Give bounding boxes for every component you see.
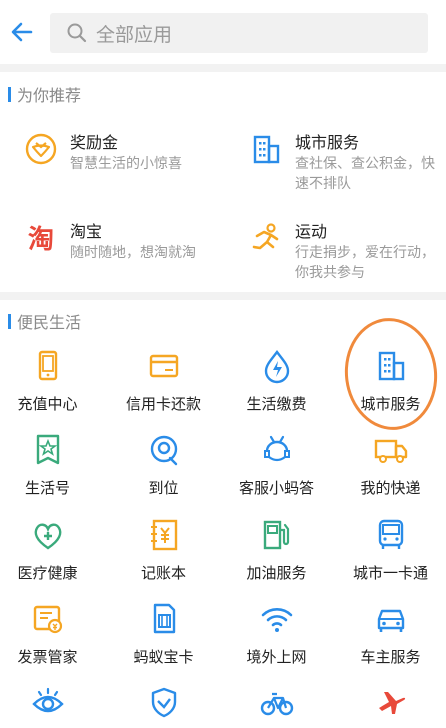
recommend-item-city-service[interactable]: 城市服务 查社保、查公积金，快速不排队 bbox=[249, 132, 446, 212]
search-input[interactable]: 全部应用 bbox=[50, 13, 428, 53]
city-building-icon bbox=[253, 135, 280, 164]
grid-label: 生活缴费 bbox=[246, 396, 307, 413]
grid-item-invoice[interactable]: 发票管家 bbox=[0, 601, 103, 681]
stethoscope-icon bbox=[34, 523, 61, 550]
credit-card-icon bbox=[149, 354, 178, 378]
grid-item-row5-2[interactable] bbox=[108, 684, 219, 728]
grid-item-car-owner[interactable]: 车主服务 bbox=[335, 601, 446, 681]
svg-text:淘: 淘 bbox=[28, 225, 54, 255]
divider bbox=[0, 292, 446, 300]
grid-label: 我的快递 bbox=[360, 480, 421, 497]
grid-label: 加油服务 bbox=[246, 565, 307, 582]
taobao-icon: 淘 bbox=[28, 225, 54, 255]
grid-label: 生活号 bbox=[24, 480, 70, 497]
grid-item-customer-service[interactable]: 客服小蚂答 bbox=[221, 432, 332, 512]
recommend-title: 奖励金 bbox=[70, 135, 119, 152]
grid-label: 城市一卡通 bbox=[352, 565, 428, 582]
grid-item-life-account[interactable]: 生活号 bbox=[0, 432, 103, 512]
eye-icon bbox=[31, 687, 64, 713]
grid-item-city-card[interactable]: 城市一卡通 bbox=[335, 517, 446, 597]
grid-item-express[interactable]: 我的快递 bbox=[335, 432, 446, 512]
invoice-icon bbox=[33, 605, 62, 634]
divider bbox=[0, 64, 446, 72]
grid-item-healthcare[interactable]: 医疗健康 bbox=[0, 517, 103, 597]
grid-item-sim-card[interactable]: 蚂蚁宝卡 bbox=[108, 601, 219, 681]
search-icon bbox=[67, 23, 87, 43]
section-title-text: 为你推荐 bbox=[17, 88, 82, 105]
recommend-item-taobao[interactable]: 淘 淘宝 随时随地，想淘就淘 bbox=[24, 221, 234, 301]
grid-item-fuel[interactable]: 加油服务 bbox=[221, 517, 332, 597]
account-book-icon bbox=[150, 519, 177, 551]
reward-icon bbox=[25, 133, 57, 165]
shield-check-icon bbox=[151, 687, 176, 718]
grid-item-row5-3[interactable] bbox=[221, 684, 332, 728]
top-bar: 全部应用 bbox=[0, 0, 446, 64]
recommend-title: 淘宝 bbox=[70, 224, 103, 241]
grid-label: 记账本 bbox=[140, 565, 186, 582]
running-icon bbox=[252, 223, 279, 250]
recommend-desc: 智慧生活的小惊喜 bbox=[70, 155, 182, 171]
recommend-title: 运动 bbox=[295, 224, 328, 241]
grid-item-recharge[interactable]: 充值中心 bbox=[0, 348, 103, 428]
section-bar bbox=[8, 86, 11, 102]
grid-item-row5-4[interactable] bbox=[335, 684, 446, 728]
grid-label: 充值中心 bbox=[17, 396, 78, 413]
sim-card-icon bbox=[153, 603, 175, 634]
grid-item-credit-card[interactable]: 信用卡还款 bbox=[108, 348, 219, 428]
recommend-desc: 随时随地，想淘就淘 bbox=[70, 244, 196, 260]
recommend-item-sport[interactable]: 运动 行走捐步，爱在行动，你我共参与 bbox=[249, 221, 446, 301]
grid-label: 发票管家 bbox=[17, 649, 78, 666]
fuel-pump-icon bbox=[263, 520, 289, 550]
bus-card-icon bbox=[378, 519, 403, 549]
grid-label: 境外上网 bbox=[246, 649, 307, 666]
badge-star-icon bbox=[36, 434, 59, 465]
grid-label: 到位 bbox=[148, 480, 179, 497]
grid-label: 客服小蚂答 bbox=[238, 480, 314, 497]
back-arrow-icon bbox=[11, 22, 33, 42]
location-pin-icon bbox=[150, 435, 177, 466]
recommend-item-reward[interactable]: 奖励金 智慧生活的小惊喜 bbox=[24, 132, 234, 212]
grid-label: 蚂蚁宝卡 bbox=[133, 649, 194, 666]
grid-item-account-book[interactable]: 记账本 bbox=[108, 517, 219, 597]
recommend-title: 城市服务 bbox=[295, 135, 360, 152]
grid-item-daowei[interactable]: 到位 bbox=[108, 432, 219, 512]
section-title-text: 便民生活 bbox=[17, 315, 82, 332]
recommend-desc: 行走捐步，爱在行动，你我共参与 bbox=[295, 244, 435, 280]
grid-label: 车主服务 bbox=[360, 649, 421, 666]
bicycle-icon bbox=[260, 692, 293, 716]
section-bar bbox=[8, 313, 11, 329]
grid-item-row5-1[interactable] bbox=[0, 684, 103, 728]
wifi-icon bbox=[261, 608, 292, 632]
truck-icon bbox=[374, 439, 407, 463]
phone-icon bbox=[38, 350, 57, 381]
search-placeholder: 全部应用 bbox=[96, 24, 173, 46]
grid-item-overseas-internet[interactable]: 境外上网 bbox=[221, 601, 332, 681]
car-icon bbox=[377, 609, 404, 632]
back-button[interactable] bbox=[6, 16, 38, 48]
airplane-icon bbox=[378, 692, 405, 714]
grid-item-utilities[interactable]: 生活缴费 bbox=[221, 348, 332, 428]
ant-customer-service-icon bbox=[263, 435, 290, 462]
grid-label: 信用卡还款 bbox=[125, 396, 201, 413]
water-drop-icon bbox=[264, 350, 289, 384]
section-title-recommend: 为你推荐 bbox=[0, 76, 446, 112]
recommend-desc: 查社保、查公积金，快速不排队 bbox=[295, 155, 435, 191]
grid-label: 医疗健康 bbox=[17, 565, 78, 582]
